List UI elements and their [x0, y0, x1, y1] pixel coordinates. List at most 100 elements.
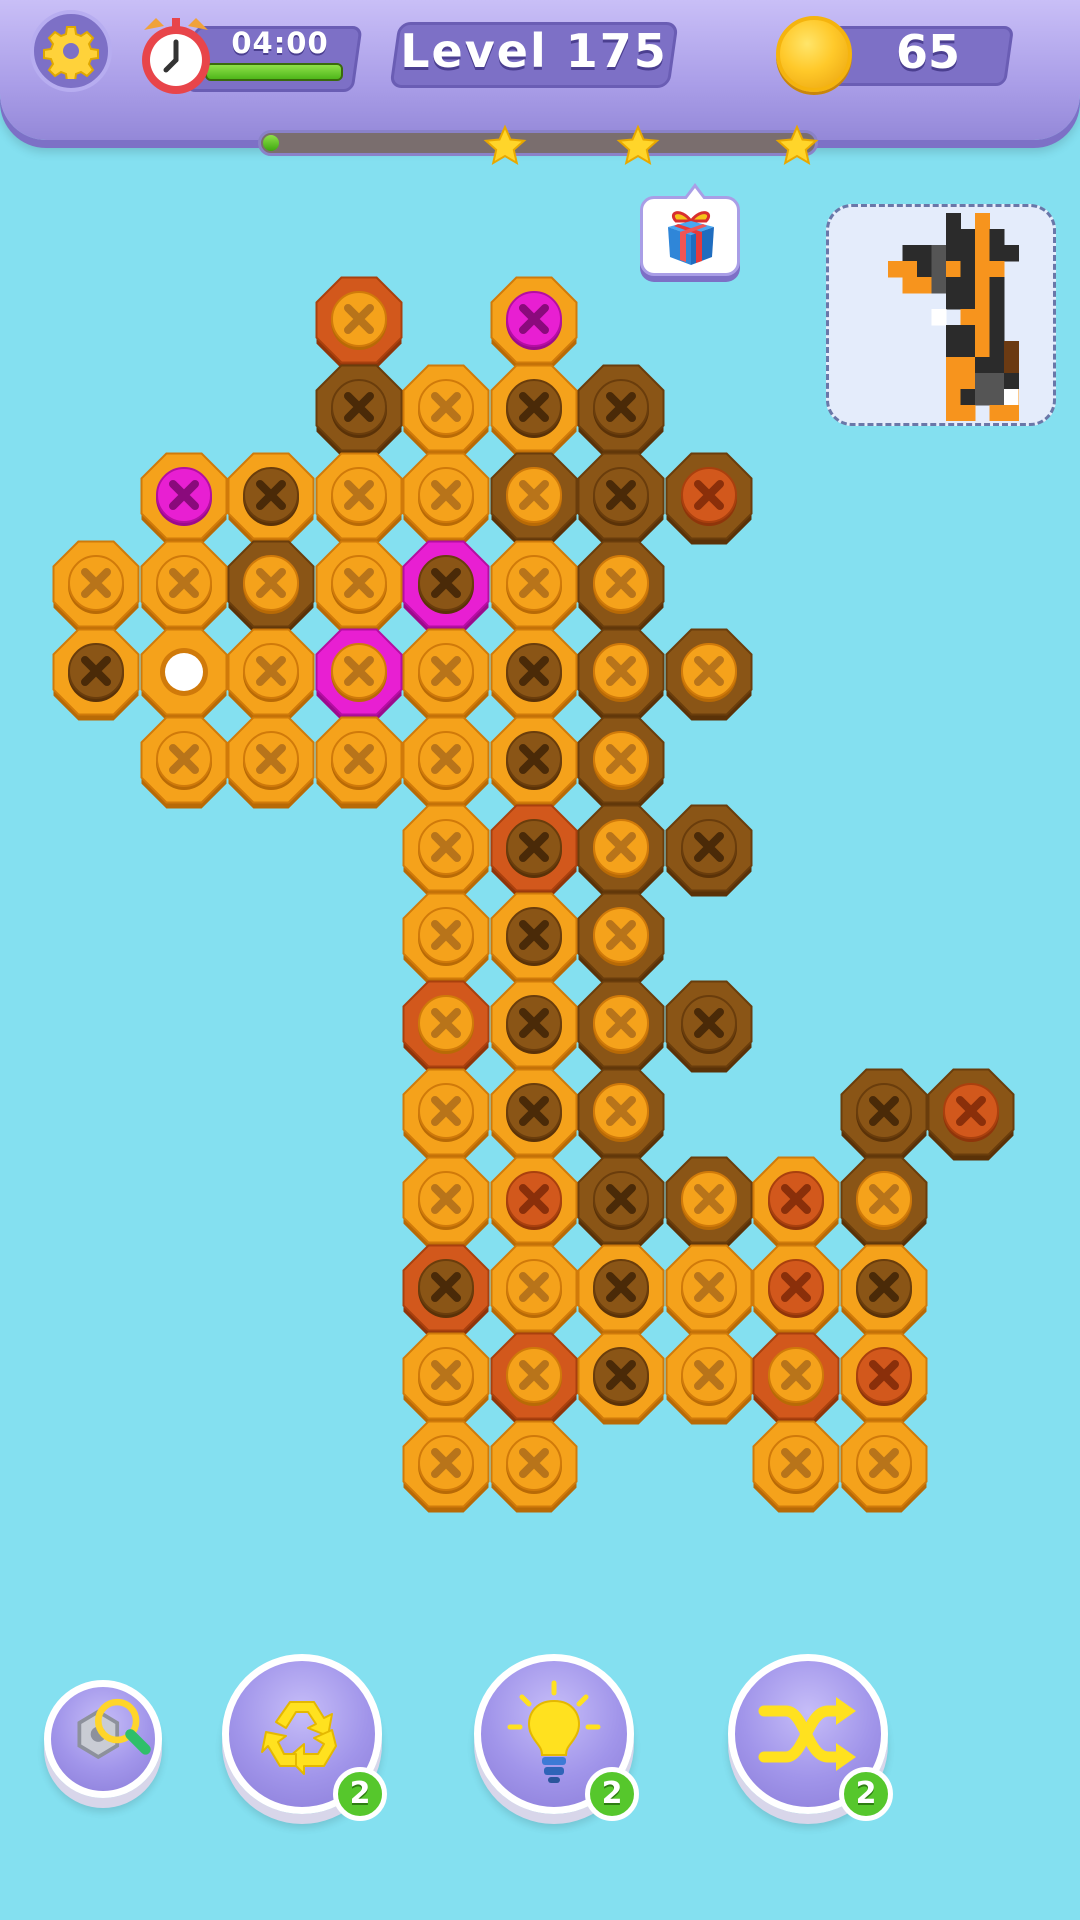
bolt-3-6[interactable]	[576, 538, 666, 636]
bolt-11-6[interactable]	[576, 1242, 666, 1340]
magnifier-icon	[77, 1698, 151, 1760]
bolt-10-5[interactable]	[489, 1154, 579, 1252]
pixel-giraffe-icon	[888, 213, 1019, 421]
bolt-3-4[interactable]	[401, 538, 491, 636]
bolt-13-9[interactable]	[839, 1418, 929, 1516]
bolt-3-2[interactable]	[226, 538, 316, 636]
bolt-11-5[interactable]	[489, 1242, 579, 1340]
bolt-10-4[interactable]	[401, 1154, 491, 1252]
bolt-11-9[interactable]	[839, 1242, 929, 1340]
bolt-12-4[interactable]	[401, 1330, 491, 1428]
bolt-2-6[interactable]	[576, 450, 666, 548]
lightbulb-icon	[507, 1680, 601, 1783]
shuffle-tool-button[interactable]: 2	[728, 1654, 893, 1821]
bolt-5-3[interactable]	[314, 714, 404, 812]
bolt-10-9[interactable]	[839, 1154, 929, 1252]
target-pixel	[946, 261, 961, 278]
bolt-9-9[interactable]	[839, 1066, 929, 1164]
bolt-11-8[interactable]	[751, 1242, 841, 1340]
bolt-4-5[interactable]	[489, 626, 579, 724]
bolt-13-5[interactable]	[489, 1418, 579, 1516]
bolt-8-5[interactable]	[489, 978, 579, 1076]
bolt-8-7[interactable]	[664, 978, 754, 1076]
bolt-9-10[interactable]	[926, 1066, 1016, 1164]
bolt-1-5[interactable]	[489, 362, 579, 460]
target-pixel	[989, 341, 1005, 358]
bolt-8-6[interactable]	[576, 978, 666, 1076]
target-pixel	[975, 229, 990, 246]
bolt-3-1[interactable]	[139, 538, 229, 636]
bolt-7-6[interactable]	[576, 890, 666, 988]
bolt-2-7[interactable]	[664, 450, 754, 548]
bolt-5-4[interactable]	[401, 714, 491, 812]
target-pixel	[917, 277, 932, 294]
star-icon	[616, 124, 660, 166]
bolt-12-8[interactable]	[751, 1330, 841, 1428]
bolt-3-3[interactable]	[314, 538, 404, 636]
bolt-2-5[interactable]	[489, 450, 579, 548]
bolt-0-3[interactable]	[314, 274, 404, 372]
target-pixel	[975, 325, 990, 342]
bolt-3-5[interactable]	[489, 538, 579, 636]
bolt-11-7[interactable]	[664, 1242, 754, 1340]
magnifier-tool-button[interactable]	[44, 1680, 162, 1798]
target-pixel	[917, 261, 932, 278]
target-pixel	[960, 373, 976, 390]
bolt-1-6[interactable]	[576, 362, 666, 460]
bolt-6-7[interactable]	[664, 802, 754, 900]
bolt-1-4[interactable]	[401, 362, 491, 460]
bolt-12-9[interactable]	[839, 1330, 929, 1428]
target-pixel	[946, 373, 961, 390]
settings-button[interactable]	[30, 10, 112, 92]
target-pixel	[975, 389, 990, 406]
bolt-1-3[interactable]	[314, 362, 404, 460]
bolt-3-0[interactable]	[51, 538, 141, 636]
bolt-9-5[interactable]	[489, 1066, 579, 1164]
hint-tool-button[interactable]: 2	[474, 1654, 639, 1821]
bolt-2-3[interactable]	[314, 450, 404, 548]
bolt-9-6[interactable]	[576, 1066, 666, 1164]
bolt-4-4[interactable]	[401, 626, 491, 724]
bolt-4-0[interactable]	[51, 626, 141, 724]
bolt-5-6[interactable]	[576, 714, 666, 812]
bolt-13-4[interactable]	[401, 1418, 491, 1516]
target-pixel	[989, 293, 1005, 310]
timer-text: 04:00	[231, 26, 329, 60]
target-pixel	[989, 277, 1005, 294]
bolt-10-8[interactable]	[751, 1154, 841, 1252]
bolt-12-7[interactable]	[664, 1330, 754, 1428]
bolt-10-7[interactable]	[664, 1154, 754, 1252]
bolt-12-5[interactable]	[489, 1330, 579, 1428]
bolt-2-4[interactable]	[401, 450, 491, 548]
bolt-8-4[interactable]	[401, 978, 491, 1076]
bolt-4-3[interactable]	[314, 626, 404, 724]
gift-reward-button[interactable]	[640, 183, 740, 276]
bolt-13-8[interactable]	[751, 1418, 841, 1516]
bolt-0-5[interactable]	[489, 274, 579, 372]
bolt-9-4[interactable]	[401, 1066, 491, 1164]
bolt-12-6[interactable]	[576, 1330, 666, 1428]
bolt-4-2[interactable]	[226, 626, 316, 724]
bolt-4-1[interactable]	[139, 626, 229, 724]
bolt-4-6[interactable]	[576, 626, 666, 724]
bolt-2-1[interactable]	[139, 450, 229, 548]
star-icon	[483, 124, 527, 166]
bolt-5-2[interactable]	[226, 714, 316, 812]
bolt-5-5[interactable]	[489, 714, 579, 812]
bolt-5-1[interactable]	[139, 714, 229, 812]
bolt-11-4[interactable]	[401, 1242, 491, 1340]
bolt-6-5[interactable]	[489, 802, 579, 900]
target-pixel	[989, 229, 1005, 246]
recycle-tool-button[interactable]: 2	[222, 1654, 387, 1821]
bolt-6-4[interactable]	[401, 802, 491, 900]
target-pixel	[989, 325, 1005, 342]
target-pixel	[946, 341, 961, 358]
bolt-7-4[interactable]	[401, 890, 491, 988]
target-pixel	[931, 277, 947, 294]
coin-icon	[776, 16, 852, 92]
bolt-7-5[interactable]	[489, 890, 579, 988]
bolt-10-6[interactable]	[576, 1154, 666, 1252]
bolt-4-7[interactable]	[664, 626, 754, 724]
bolt-6-6[interactable]	[576, 802, 666, 900]
bolt-2-2[interactable]	[226, 450, 316, 548]
